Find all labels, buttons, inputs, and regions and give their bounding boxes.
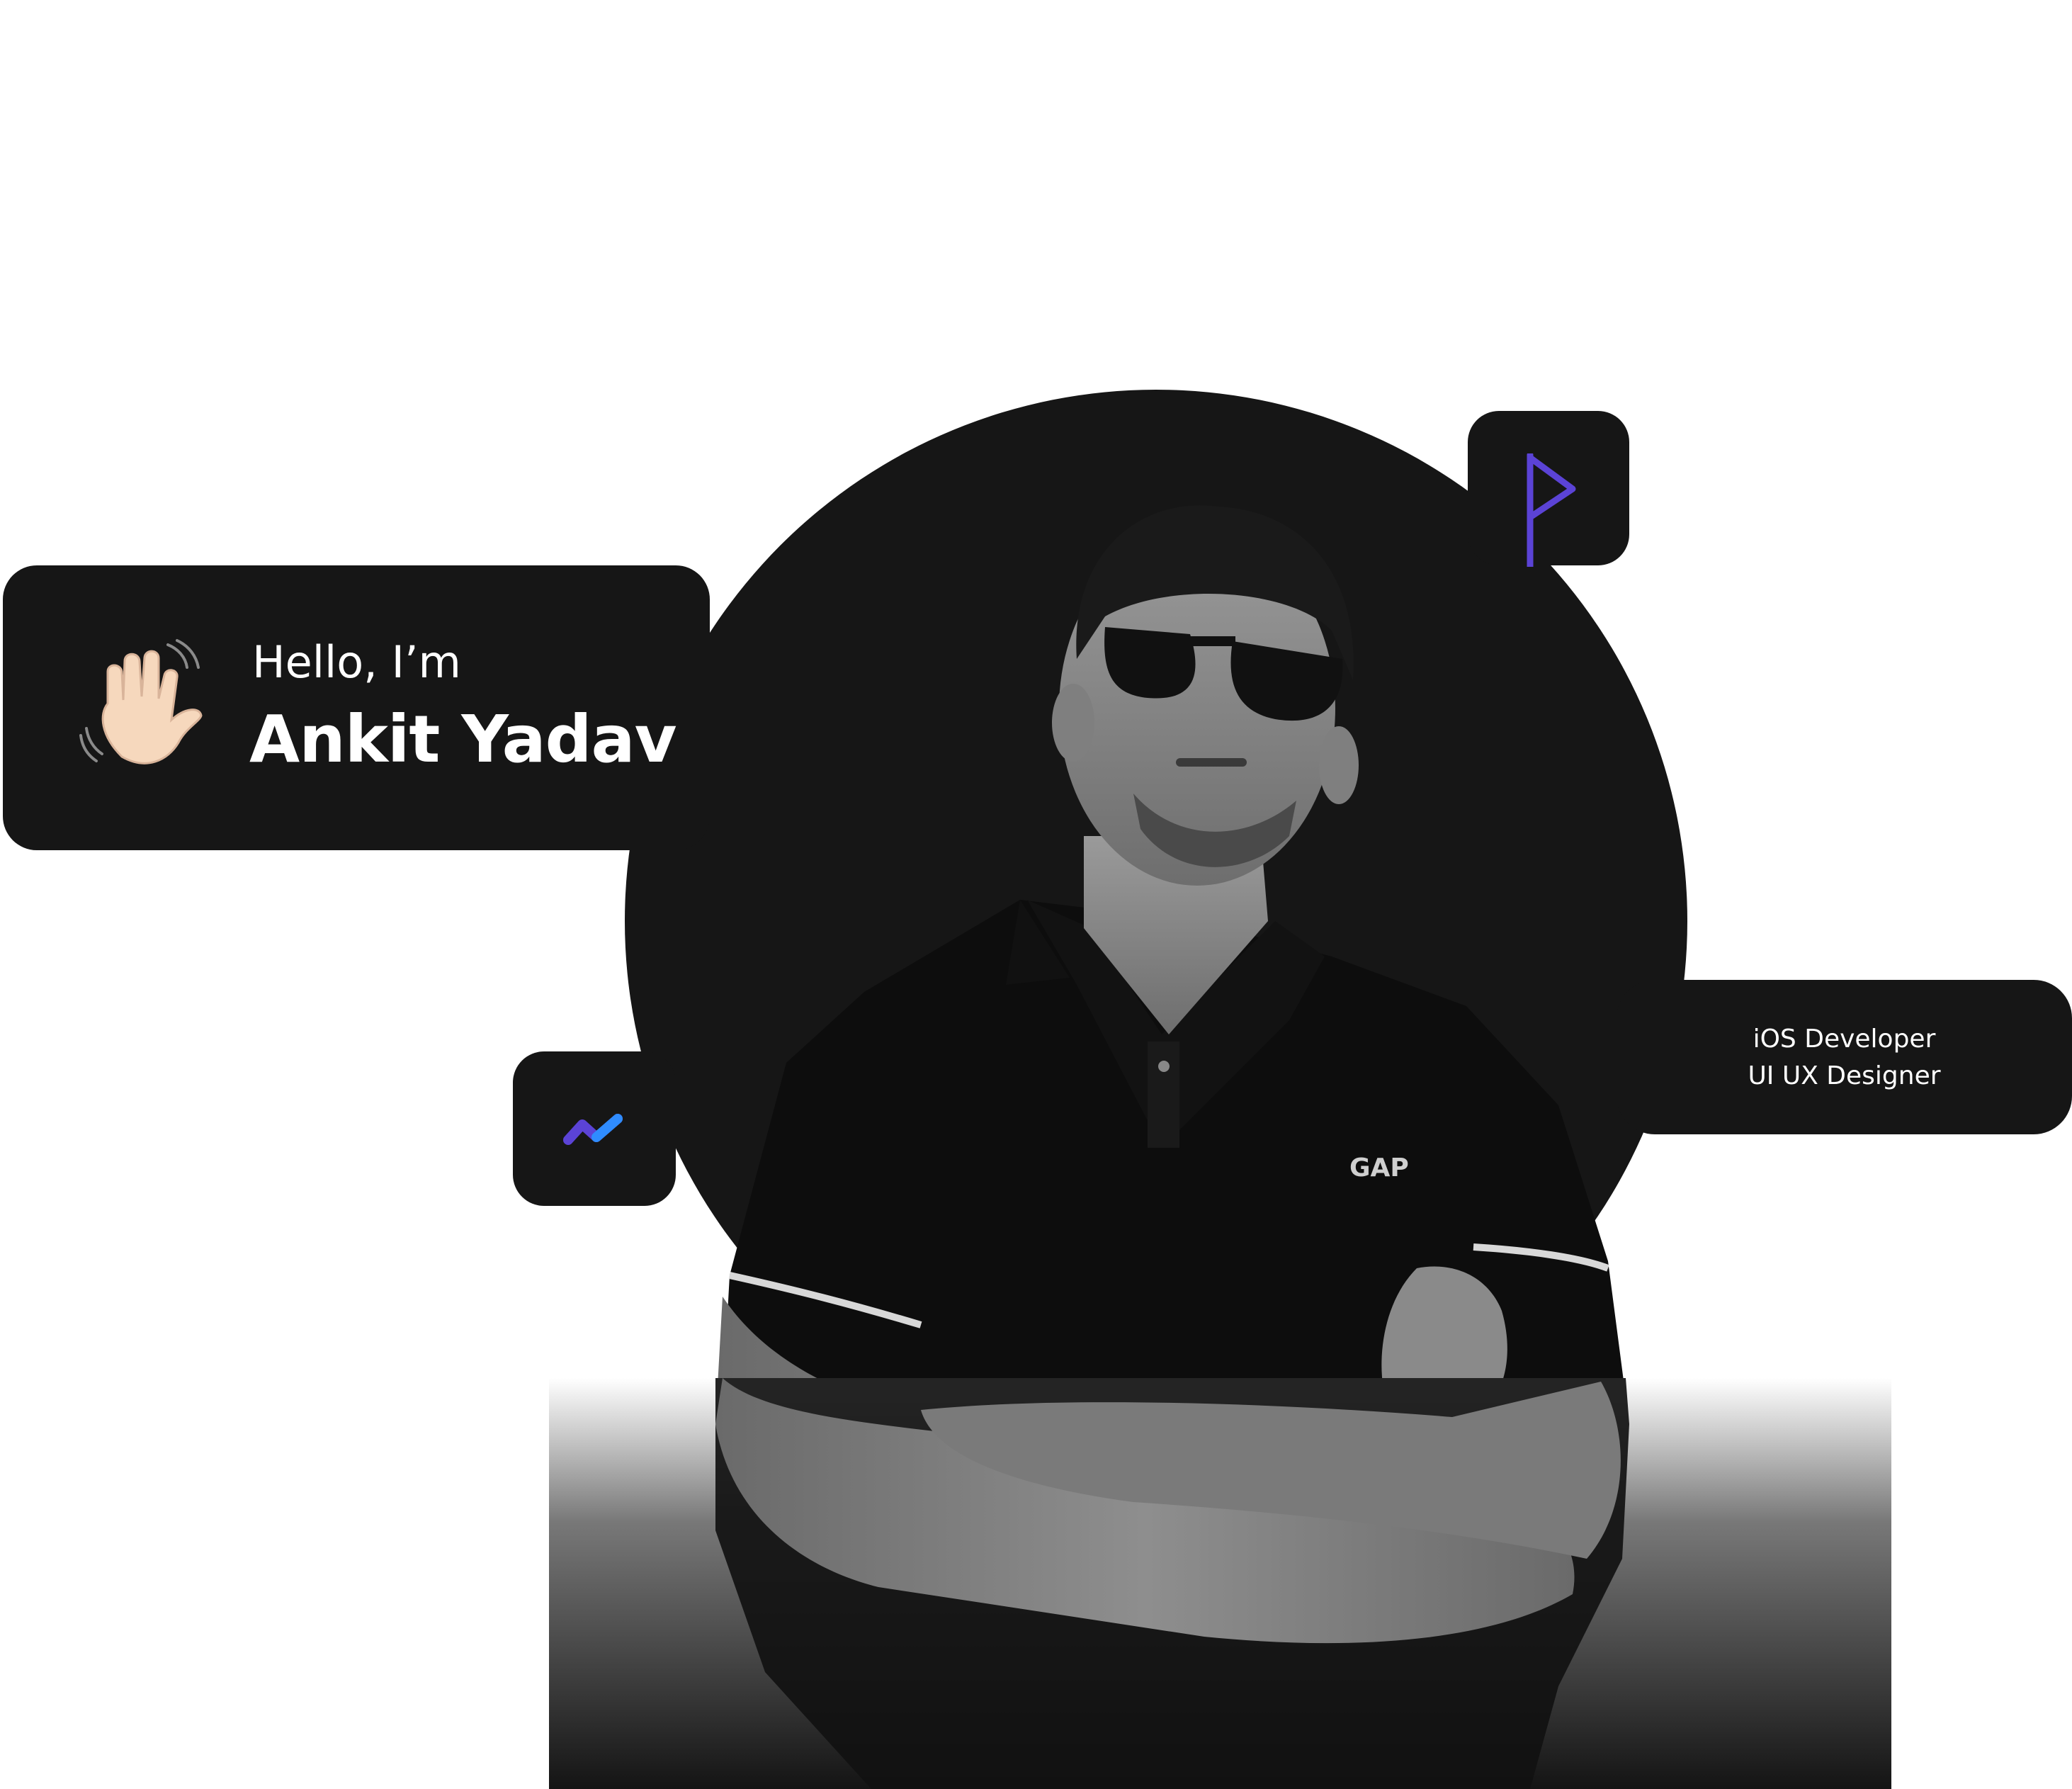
trend-logo-icon	[563, 1114, 623, 1145]
flag-icon	[1527, 453, 1576, 567]
greeting-card: Hello, I’m Ankit Yadav	[3, 565, 710, 850]
greeting-text: Hello, I’m	[252, 636, 461, 688]
profile-name: Ankit Yadav	[249, 701, 677, 777]
roles-text: iOS Developer UI UX Designer	[1617, 1021, 2072, 1095]
hero-section: GAP Hello, I’m Ankit Yadav iOS Developer…	[0, 0, 2072, 1789]
waving-hand-icon	[79, 639, 203, 764]
role-ui-ux-designer: UI UX Designer	[1748, 1061, 1941, 1090]
role-ios-developer: iOS Developer	[1753, 1025, 1936, 1054]
roles-card: iOS Developer UI UX Designer	[1617, 980, 2072, 1134]
trend-badge[interactable]	[513, 1051, 676, 1206]
flag-badge[interactable]	[1468, 411, 1629, 567]
profile-photo-lower	[715, 1378, 1629, 1789]
